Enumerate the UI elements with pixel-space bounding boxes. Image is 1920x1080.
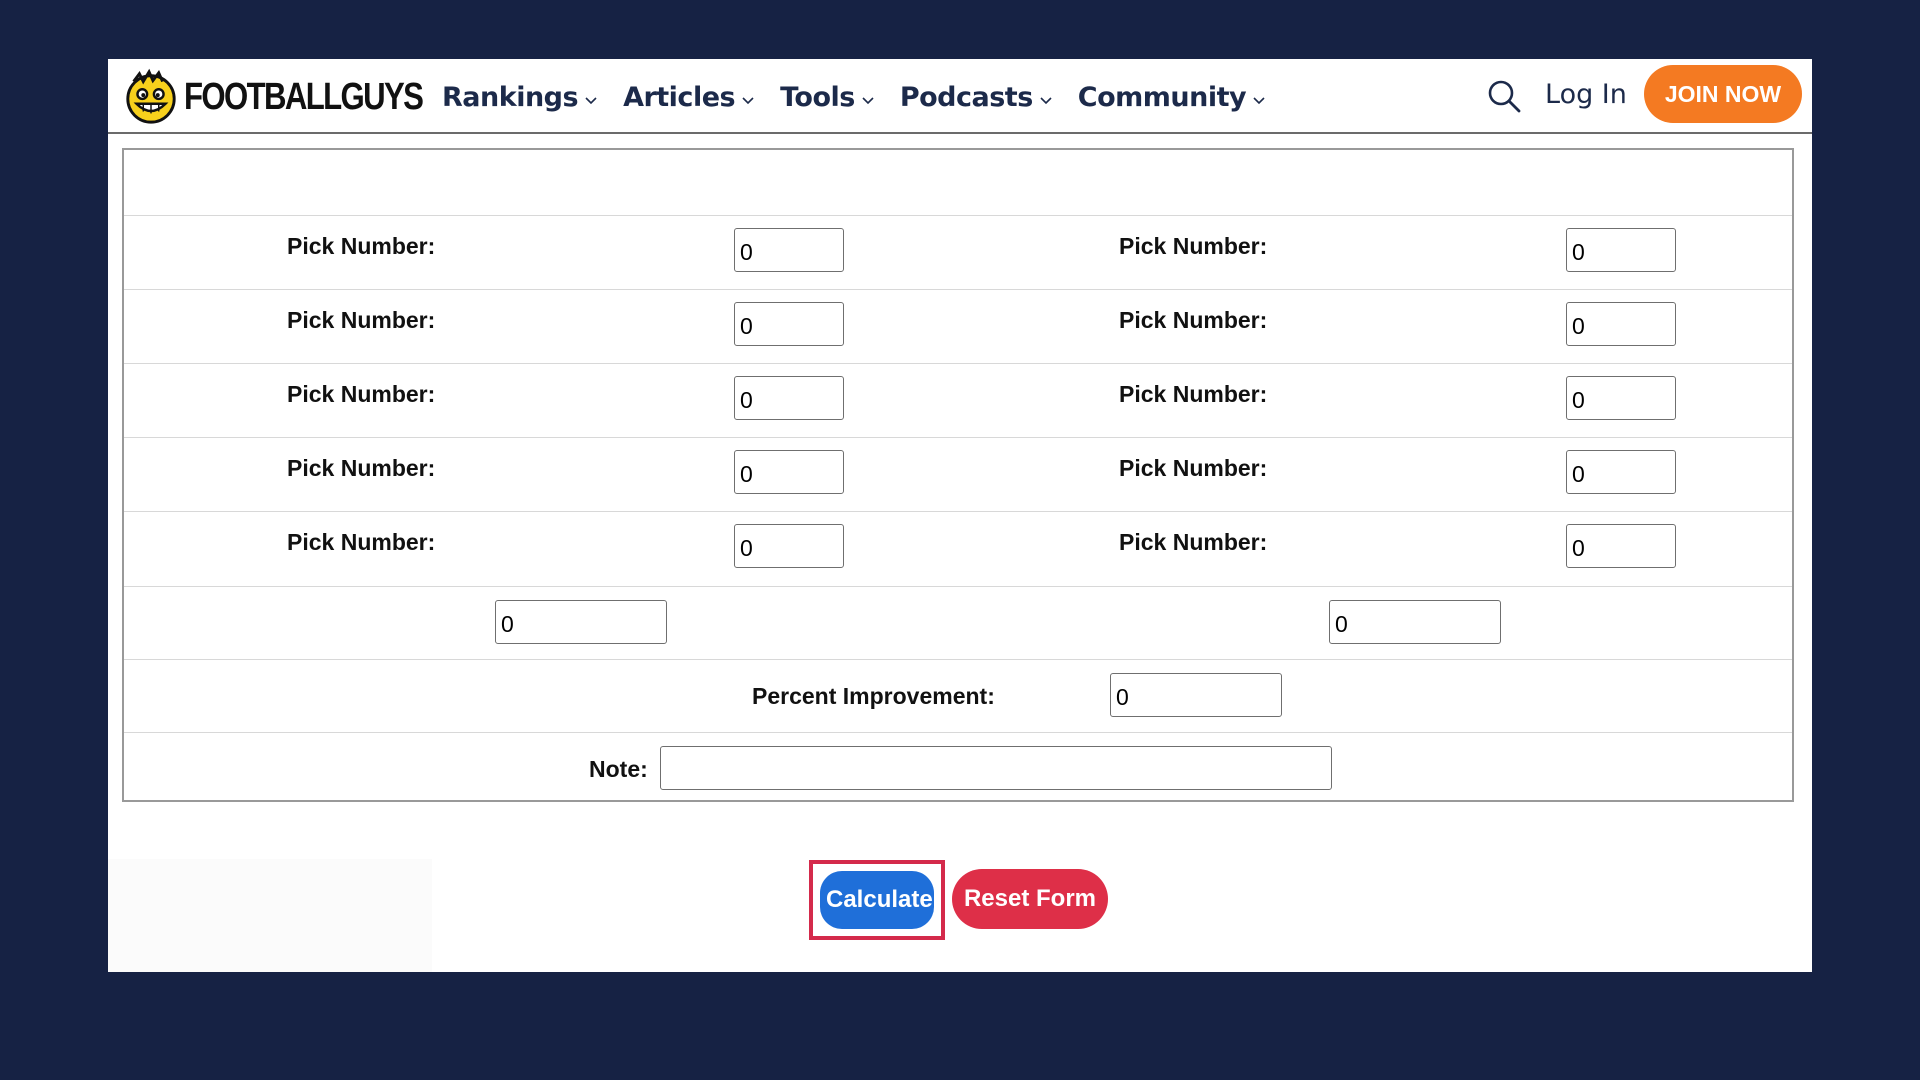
pick-number-label: Pick Number: [287,455,436,481]
pick-row: Pick Number: Pick Number: [124,437,1792,511]
nav-community[interactable]: Community [1078,82,1265,113]
right-pick-input[interactable] [1566,376,1676,420]
nav-rankings[interactable]: Rankings [442,82,597,113]
percent-improvement-label: Percent Improvement: [752,683,995,709]
pick-number-label: Pick Number: [1119,381,1268,407]
pick-number-label: Pick Number: [1119,307,1268,333]
nav-tools[interactable]: Tools [780,82,874,113]
totals-row [124,586,1792,660]
pick-number-label: Pick Number: [287,307,436,333]
pick-row: Pick Number: Pick Number: [124,511,1792,585]
smiley-logo-icon [126,68,176,124]
note-row: Note: [124,732,1792,801]
percent-row: Percent Improvement: [124,659,1792,733]
nav-rankings-label: Rankings [442,81,579,113]
chevron-down-icon [1040,97,1052,105]
page: FOOTBALLGUYS Rankings Articles Tools Pod… [108,59,1812,972]
logo-text: FOOTBALLGUYS [184,75,424,118]
pick-number-label: Pick Number: [1119,455,1268,481]
chevron-down-icon [1253,97,1265,105]
site-header: FOOTBALLGUYS Rankings Articles Tools Pod… [108,59,1812,134]
left-pick-input[interactable] [734,302,844,346]
chevron-down-icon [862,97,874,105]
ad-placeholder [108,859,432,972]
nav-community-label: Community [1077,81,1247,113]
pick-number-label: Pick Number: [1119,529,1268,555]
nav-podcasts-label: Podcasts [899,81,1033,113]
search-button[interactable] [1487,79,1521,113]
percent-improvement-input[interactable] [1110,673,1282,717]
chevron-down-icon [742,97,754,105]
right-pick-input[interactable] [1566,302,1676,346]
reset-form-button[interactable]: Reset Form [952,869,1108,929]
nav-tools-label: Tools [780,81,855,113]
pick-row: Pick Number: Pick Number: [124,215,1792,289]
pick-number-label: Pick Number: [287,529,436,555]
left-pick-input[interactable] [734,524,844,568]
nav-articles[interactable]: Articles [623,82,754,113]
site-logo[interactable]: FOOTBALLGUYS [122,68,475,125]
note-input[interactable] [660,746,1332,790]
nav-podcasts[interactable]: Podcasts [900,82,1052,113]
left-pick-input[interactable] [734,376,844,420]
right-pick-input[interactable] [1566,228,1676,272]
pick-row: Pick Number: Pick Number: [124,289,1792,363]
calculate-button[interactable]: Calculate [820,871,934,929]
pick-number-label: Pick Number: [1119,233,1268,259]
chevron-down-icon [585,97,597,105]
left-total-input[interactable] [495,600,667,644]
nav-articles-label: Articles [623,81,736,113]
right-total-input[interactable] [1329,600,1501,644]
main-nav: Rankings Articles Tools Podcasts Communi… [442,75,1291,119]
trade-form-panel: Pick Number:Pick Number:Pick Number:Pick… [122,148,1794,802]
note-label: Note: [589,756,648,782]
right-pick-input[interactable] [1566,450,1676,494]
pick-number-label: Pick Number: [287,233,436,259]
search-icon [1488,80,1521,113]
join-now-button[interactable]: JOIN NOW [1644,65,1802,123]
left-pick-input[interactable] [734,228,844,272]
left-pick-input[interactable] [734,450,844,494]
login-link[interactable]: Log In [1545,79,1627,110]
right-pick-input[interactable] [1566,524,1676,568]
pick-row: Pick Number: Pick Number: [124,363,1792,437]
pick-number-label: Pick Number: [287,381,436,407]
